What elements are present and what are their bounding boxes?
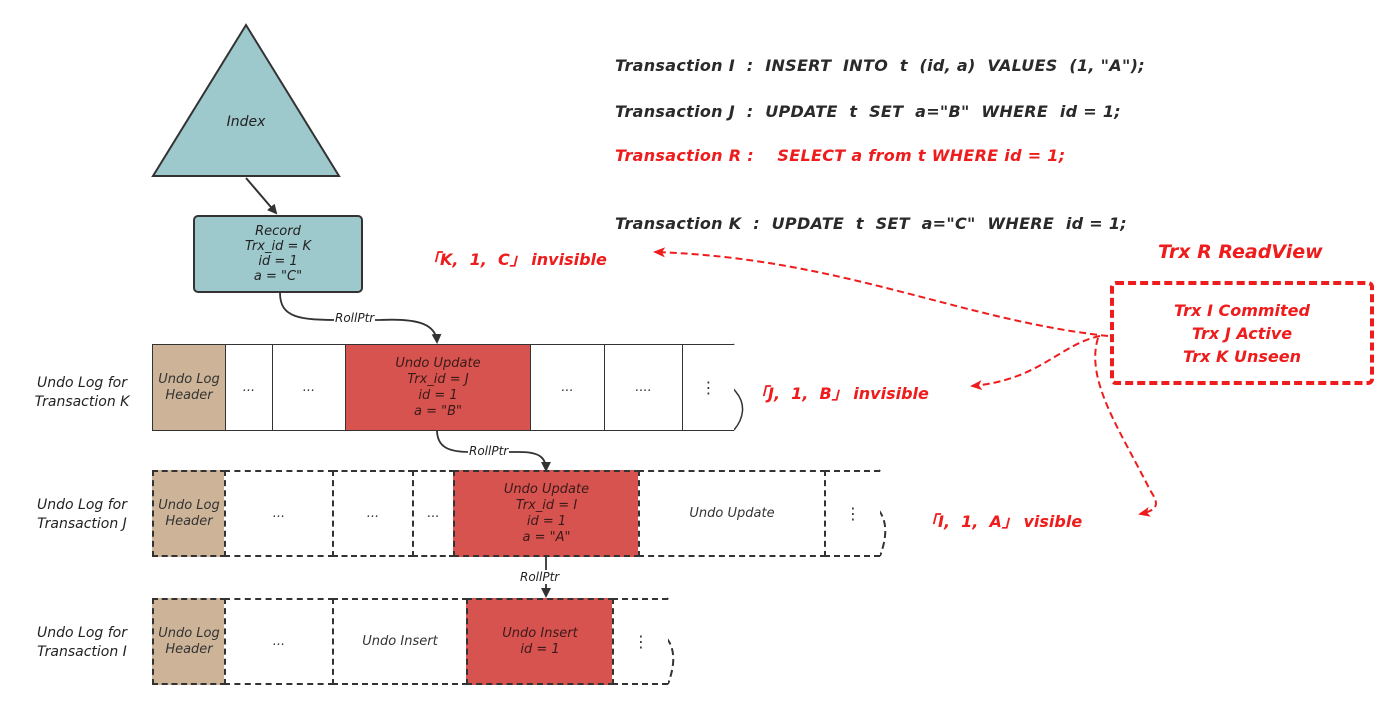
undo-entry-cell: .... bbox=[604, 344, 683, 431]
readview-line-k: Trx K Unseen bbox=[1183, 346, 1301, 366]
cell-line: Undo Update bbox=[689, 505, 775, 521]
record-box: Record Trx_id = K id = 1 a = "C" bbox=[193, 215, 363, 293]
undo-log-j-label: Undo Log for Transaction J bbox=[22, 496, 142, 534]
readview-line-i: Trx I Commited bbox=[1174, 300, 1310, 320]
cell-line: Header bbox=[165, 641, 213, 657]
cell-line: Undo Log bbox=[158, 497, 220, 513]
undo-update-cell: Undo Update Trx_id = Iid = 1a = "A" bbox=[453, 470, 640, 557]
undo-insert-cell: Undo Insert id = 1 bbox=[466, 598, 614, 685]
cell-line: Trx_id = J bbox=[407, 371, 469, 387]
cell-line: id = 1 bbox=[520, 641, 560, 657]
undo-entry-cell: ... bbox=[412, 470, 455, 557]
undo-end-cell: ⋮ bbox=[824, 470, 880, 557]
separator: : bbox=[753, 214, 760, 233]
undo-entry-cell: ... bbox=[272, 344, 346, 431]
transaction-j: Transaction J : UPDATE t SET a="B" WHERE… bbox=[615, 102, 1121, 121]
row-label-line: Undo Log for bbox=[37, 375, 127, 391]
cell-line: ... bbox=[302, 379, 316, 395]
separator: : bbox=[747, 146, 754, 165]
row-label-line: Undo Log for bbox=[37, 625, 127, 641]
readview-arrow-k bbox=[653, 247, 1109, 337]
undo-log-header-cell: Undo Log Header bbox=[152, 598, 226, 685]
cell-line: Undo Update bbox=[503, 481, 590, 497]
undo-entry-cell: ... bbox=[225, 344, 273, 431]
cell-line: id = 1 bbox=[526, 513, 567, 529]
cell-line: Header bbox=[165, 387, 213, 403]
result-i-visible: 「I, 1, A」 visible bbox=[922, 512, 1083, 531]
rollptr-label: RollPtr bbox=[468, 444, 510, 458]
row-label-line: Undo Log for bbox=[37, 497, 127, 513]
cell-line: ... bbox=[272, 633, 286, 649]
cell-line: Undo Update bbox=[395, 355, 481, 371]
separator: : bbox=[746, 102, 754, 121]
cell-line: a = "B" bbox=[413, 403, 462, 419]
readview-line-j: Trx J Active bbox=[1191, 323, 1293, 343]
row-label-line: Transaction K bbox=[34, 394, 130, 410]
transaction-name: Transaction R bbox=[615, 146, 742, 165]
undo-log-header-cell: Undo Log Header bbox=[152, 470, 226, 557]
cell-line: id = 1 bbox=[418, 387, 458, 403]
cell-line: ... bbox=[427, 505, 440, 521]
cell-line: Undo Insert bbox=[362, 633, 438, 649]
transaction-r: Transaction R : SELECT a from t WHERE id… bbox=[615, 146, 1065, 165]
readview-box: Trx I Commited Trx J Active Trx K Unseen bbox=[1110, 281, 1374, 385]
record-a: a = "C" bbox=[253, 269, 303, 284]
transaction-sql: SELECT a from t WHERE id = 1; bbox=[777, 146, 1066, 165]
undo-log-k-label: Undo Log for Transaction K bbox=[22, 374, 142, 412]
cell-line: Undo Insert bbox=[502, 625, 578, 641]
cell-line: ... bbox=[242, 379, 256, 395]
vertical-ellipsis-icon: ⋮ bbox=[633, 631, 649, 651]
readview-title: Trx R ReadView bbox=[1158, 241, 1323, 263]
rollptr-label: RollPtr bbox=[519, 570, 561, 584]
row-label-line: Transaction J bbox=[37, 516, 127, 532]
undo-update-white-cell: Undo Update bbox=[638, 470, 826, 557]
record-id: id = 1 bbox=[258, 254, 298, 269]
rollptr-label: RollPtr bbox=[334, 311, 376, 325]
result-j-invisible: 「J, 1, B」 invisible bbox=[752, 384, 929, 403]
undo-insert-white-cell: Undo Insert bbox=[332, 598, 468, 685]
result-k-invisible: 「K, 1, C」 invisible bbox=[424, 250, 607, 269]
transaction-k: Transaction K : UPDATE t SET a="C" WHERE… bbox=[615, 214, 1127, 233]
cell-line: Undo Log bbox=[158, 625, 220, 641]
index-to-record-arrow bbox=[245, 177, 278, 215]
record-title: Record bbox=[255, 224, 301, 239]
transaction-name: Transaction I bbox=[615, 56, 735, 75]
undo-entry-cell: ... bbox=[332, 470, 414, 557]
cell-line: ... bbox=[366, 505, 380, 521]
undo-end-cell: ⋮ bbox=[612, 598, 668, 685]
vertical-ellipsis-icon: ⋮ bbox=[845, 503, 861, 523]
undo-log-header-cell: Undo Log Header bbox=[152, 344, 226, 431]
transaction-sql: UPDATE t SET a="C" WHERE id = 1; bbox=[771, 214, 1128, 233]
index-label: Index bbox=[226, 114, 266, 130]
cell-line: ... bbox=[272, 505, 286, 521]
record-trx-id: Trx_id = K bbox=[244, 239, 311, 254]
readview-arrow-j bbox=[970, 335, 1101, 391]
transaction-sql: UPDATE t SET a="B" WHERE id = 1; bbox=[765, 102, 1122, 121]
undo-entry-cell: ... bbox=[224, 470, 334, 557]
transaction-i: Transaction I : INSERT INTO t (id, a) VA… bbox=[615, 56, 1145, 75]
transaction-sql: INSERT INTO t (id, a) VALUES (1, "A"); bbox=[765, 56, 1145, 75]
transaction-name: Transaction J bbox=[615, 102, 735, 121]
undo-end-cell: ⋮ bbox=[682, 344, 734, 431]
index-triangle bbox=[151, 23, 341, 177]
undo-entry-cell: ... bbox=[530, 344, 605, 431]
cell-line: .... bbox=[635, 379, 652, 395]
cell-line: a = "A" bbox=[522, 529, 571, 545]
transaction-name: Transaction K bbox=[615, 214, 742, 233]
cell-line: ... bbox=[561, 379, 574, 395]
undo-update-cell: Undo Update Trx_id = Jid = 1a = "B" bbox=[345, 344, 531, 431]
vertical-ellipsis-icon: ⋮ bbox=[700, 377, 717, 397]
cell-line: Undo Log bbox=[158, 371, 220, 387]
cell-line: Header bbox=[165, 513, 213, 529]
separator: : bbox=[746, 56, 754, 75]
undo-entry-cell: ... bbox=[224, 598, 334, 685]
undo-log-i-label: Undo Log for Transaction I bbox=[22, 624, 142, 662]
row-label-line: Transaction I bbox=[37, 644, 127, 660]
cell-line: Trx_id = I bbox=[515, 497, 578, 513]
